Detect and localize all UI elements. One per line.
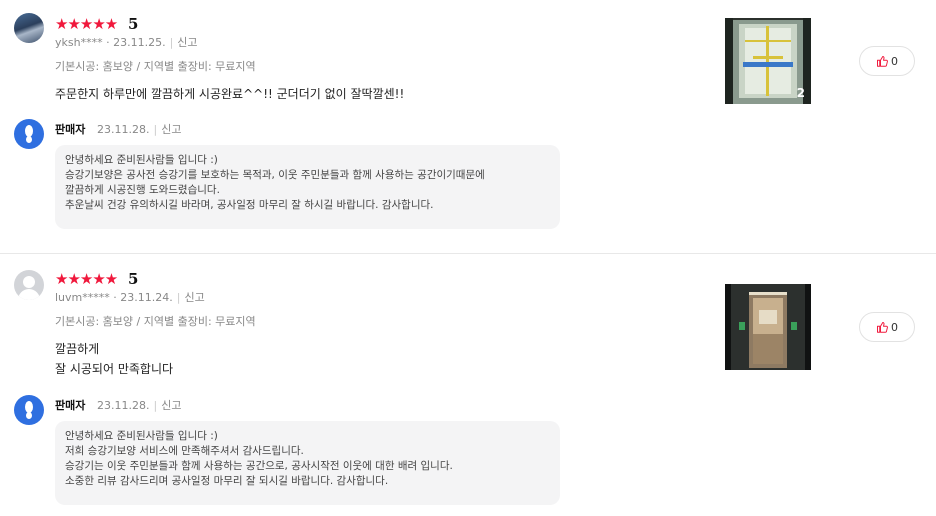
- star-rating: ★★★★★: [55, 15, 118, 33]
- report-link[interactable]: 신고: [161, 399, 181, 412]
- seller-reply-date: 23.11.28.: [97, 123, 150, 136]
- report-link[interactable]: 신고: [161, 123, 181, 136]
- like-button[interactable]: 0: [859, 46, 915, 76]
- like-button[interactable]: 0: [859, 312, 915, 342]
- seller-reply: 안녕하세요 준비된사람들 입니다 :) 저희 승강기보양 서비스에 만족해주셔서…: [55, 421, 560, 505]
- review-text-line: 주문한지 하루만에 깔끔하게 시공완료^^!! 군더더기 없이 잘딱깔센!!: [55, 87, 405, 101]
- reply-line: 안녕하세요 준비된사람들 입니다 :): [65, 430, 218, 442]
- like-count: 0: [891, 320, 898, 334]
- seller-logo-icon: [14, 119, 44, 149]
- review-photo[interactable]: 2: [725, 18, 811, 104]
- review-text-line: 잘 시공되어 만족합니다: [55, 362, 174, 376]
- reply-line: 깔끔하게 시공진행 도와드렸습니다.: [65, 184, 220, 196]
- review-meta: luvm***** · 23.11.24. | 신고: [55, 291, 205, 304]
- rating-score: 5: [128, 15, 139, 33]
- seller-name: 판매자: [55, 123, 86, 136]
- review-text: 주문한지 하루만에 깔끔하게 시공완료^^!! 군더더기 없이 잘딱깔센!!: [55, 84, 404, 104]
- seller-name: 판매자: [55, 399, 86, 412]
- rating-score: 5: [128, 270, 139, 288]
- review-text: 깔끔하게 잘 시공되어 만족합니다: [55, 339, 173, 379]
- reply-line: 소중한 리뷰 감사드리며 공사일정 마무리 잘 되시길 바랍니다. 감사합니다.: [65, 475, 389, 487]
- seller-reply: 안녕하세요 준비된사람들 입니다 :) 승강기보양은 공사전 승강기를 보호하는…: [55, 145, 560, 229]
- seller-logo-icon: [14, 395, 44, 425]
- reply-line: 저희 승강기보양 서비스에 만족해주셔서 감사드립니다.: [65, 445, 304, 457]
- reply-line: 추운날씨 건강 유의하시길 바라며, 공사일정 마무리 잘 하시길 바랍니다. …: [65, 199, 434, 211]
- star-rating: ★★★★★: [55, 270, 118, 288]
- reviewer-id: yksh****: [55, 36, 103, 49]
- photo-count: 2: [796, 86, 805, 100]
- purchase-option: 기본시공: 홈보양 / 지역별 출장비: 무료지역: [55, 315, 256, 328]
- purchase-option: 기본시공: 홈보양 / 지역별 출장비: 무료지역: [55, 60, 256, 73]
- reply-line: 안녕하세요 준비된사람들 입니다 :): [65, 154, 218, 166]
- default-avatar-icon: [14, 270, 44, 300]
- seller-meta: 23.11.28. | 신고: [97, 399, 182, 412]
- review-text-line: 깔끔하게: [55, 342, 100, 356]
- review-date: · 23.11.24.: [113, 291, 173, 304]
- report-link[interactable]: 신고: [177, 36, 197, 49]
- elevator-photo-image: [725, 284, 811, 370]
- thumbs-up-icon: [877, 322, 888, 333]
- review-photo[interactable]: [725, 284, 811, 370]
- like-count: 0: [891, 54, 898, 68]
- review-divider: [0, 253, 936, 254]
- review-date: · 23.11.25.: [106, 36, 166, 49]
- review-meta: yksh**** · 23.11.25. | 신고: [55, 36, 198, 49]
- seller-reply-date: 23.11.28.: [97, 399, 150, 412]
- reviewer-id: luvm*****: [55, 291, 110, 304]
- reply-line: 승강기보양은 공사전 승강기를 보호하는 목적과, 이웃 주민분들과 함께 사용…: [65, 169, 485, 181]
- report-link[interactable]: 신고: [184, 291, 204, 304]
- thumbs-up-icon: [877, 56, 888, 67]
- reply-line: 승강기는 이웃 주민분들과 함께 사용하는 공간으로, 공사시작전 이웃에 대한…: [65, 460, 453, 472]
- user-avatar: [14, 13, 44, 43]
- seller-meta: 23.11.28. | 신고: [97, 123, 182, 136]
